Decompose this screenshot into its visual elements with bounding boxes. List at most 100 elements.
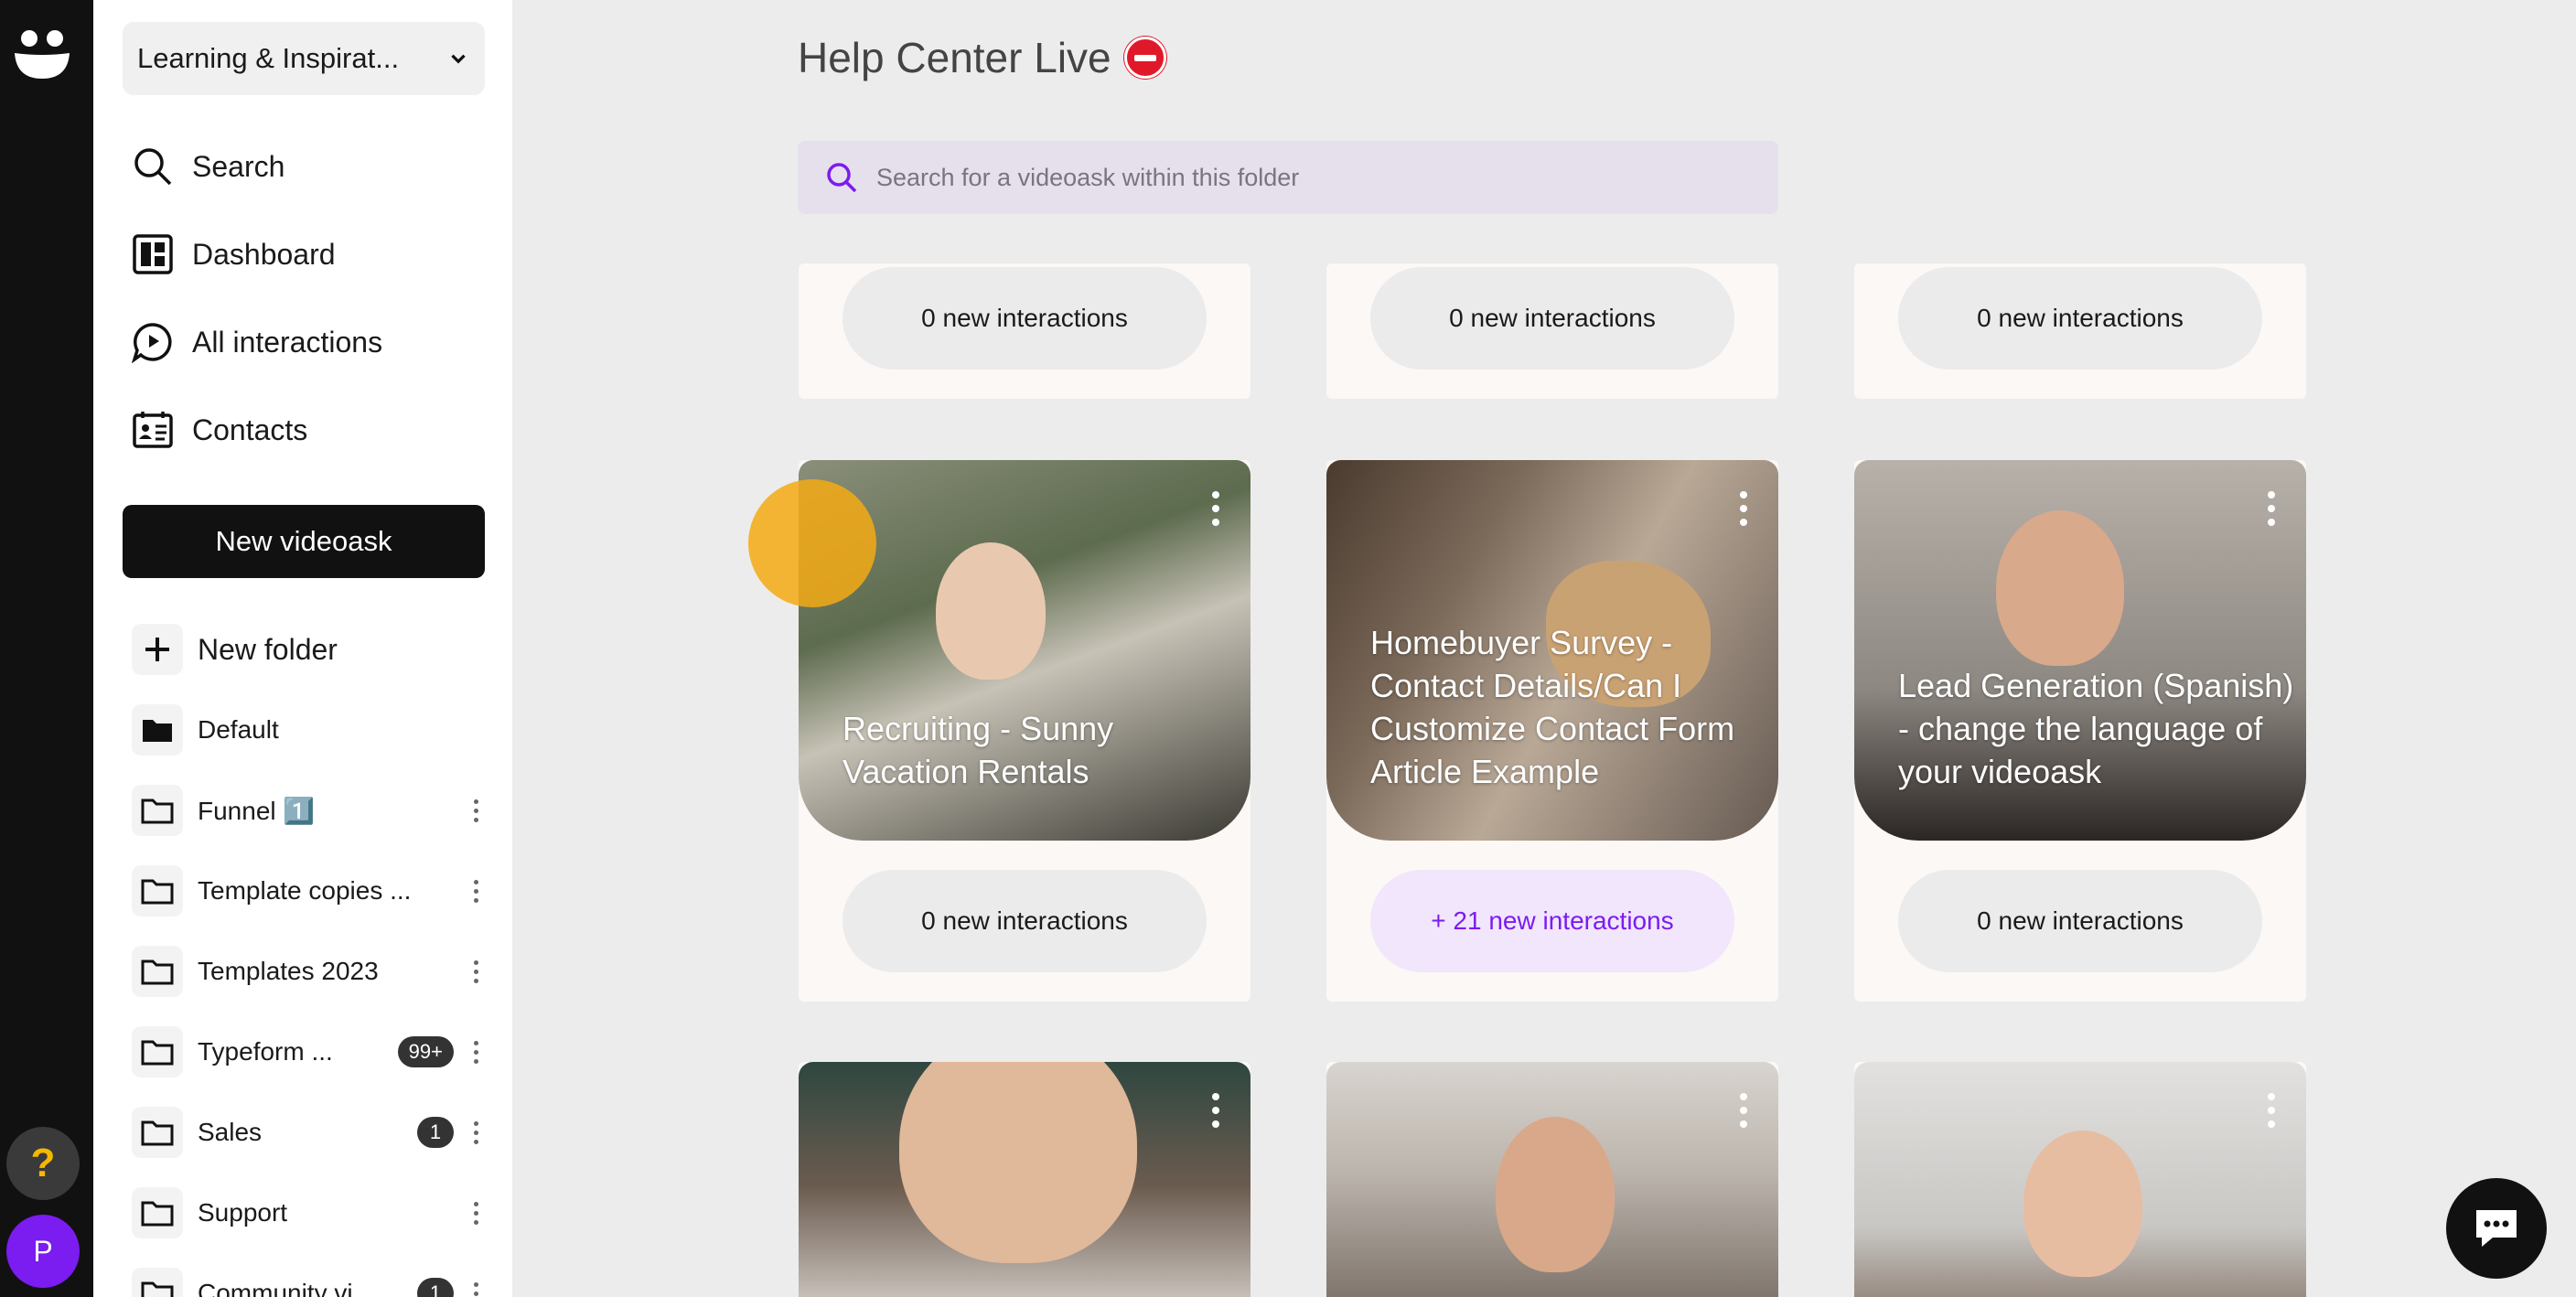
folder-name: Template copies ...	[198, 876, 412, 905]
video-thumbnail[interactable]: Homebuyer Survey - Contact Details/Can I…	[1326, 460, 1778, 841]
videoask-card[interactable]	[1854, 1062, 2306, 1297]
folder-options-icon[interactable]	[467, 873, 485, 909]
folder-search[interactable]	[798, 141, 1778, 214]
folder-item-community[interactable]: Community vi... 1	[132, 1266, 498, 1297]
folder-icon	[132, 865, 183, 916]
videoask-card[interactable]: 0 new interactions	[1326, 263, 1778, 399]
videoask-card[interactable]: 0 new interactions	[1854, 263, 2306, 399]
folder-name: Templates 2023	[198, 957, 379, 985]
new-videoask-button[interactable]: New videoask	[123, 505, 485, 578]
card-options-icon[interactable]	[2268, 491, 2275, 526]
interactions-pill[interactable]: 0 new interactions	[1898, 267, 2262, 370]
interactions-pill[interactable]: 0 new interactions	[843, 267, 1207, 370]
nav-contacts-label: Contacts	[192, 413, 308, 446]
search-icon	[827, 163, 857, 193]
nav-all-interactions[interactable]: All interactions	[132, 315, 382, 370]
pointer-highlight	[748, 479, 876, 607]
folder-name: Typeform ...	[198, 1037, 333, 1066]
no-entry-icon	[1123, 37, 1166, 79]
folder-name: Default	[198, 715, 279, 744]
organization-name: Learning & Inspirat...	[137, 42, 400, 74]
folder-item-support[interactable]: Support	[132, 1185, 498, 1240]
folder-item-sales[interactable]: Sales 1	[132, 1105, 498, 1160]
folder-options-icon[interactable]	[467, 792, 485, 829]
nav-all-interactions-label: All interactions	[192, 325, 383, 359]
videoask-card[interactable]	[799, 1062, 1250, 1297]
card-options-icon[interactable]	[2268, 1093, 2275, 1128]
nav-search[interactable]: Search	[132, 139, 284, 194]
folder-item-templates-2023[interactable]: Templates 2023	[132, 944, 498, 999]
folder-item-default[interactable]: Default	[132, 702, 498, 757]
nav-dashboard[interactable]: Dashboard	[132, 227, 336, 282]
interactions-pill[interactable]: + 21 new interactions	[1370, 870, 1734, 972]
plus-icon	[132, 624, 183, 675]
person-image	[2023, 1131, 2142, 1277]
folder-item-typeform[interactable]: Typeform ... 99+	[132, 1024, 498, 1079]
card-options-icon[interactable]	[1740, 491, 1747, 526]
videoask-card[interactable]	[1326, 1062, 1778, 1297]
folder-count-badge: 1	[417, 1117, 454, 1148]
page-title-text: Help Center Live	[798, 34, 1111, 81]
person-image	[936, 542, 1046, 680]
new-folder-label: New folder	[198, 632, 338, 666]
person-image	[1496, 1117, 1615, 1272]
interactions-pill[interactable]: 0 new interactions	[843, 870, 1207, 972]
video-thumbnail[interactable]: Lead Generation (Spanish) - change the l…	[1854, 460, 2306, 841]
video-thumbnail[interactable]	[799, 1062, 1250, 1297]
nav-contacts[interactable]: Contacts	[132, 402, 307, 457]
contacts-icon	[133, 412, 173, 448]
organization-select[interactable]: Learning & Inspirat...	[123, 22, 485, 95]
chevron-down-icon	[451, 54, 466, 64]
page-title: Help Center Live	[798, 33, 1166, 82]
card-title: Homebuyer Survey - Contact Details/Can I…	[1370, 624, 1735, 790]
folder-count-badge: 99+	[397, 1036, 454, 1067]
videoask-card[interactable]: Homebuyer Survey - Contact Details/Can I…	[1326, 460, 1778, 1002]
search-icon	[134, 148, 172, 186]
card-options-icon[interactable]	[1212, 491, 1219, 526]
folder-options-icon[interactable]	[467, 1034, 485, 1070]
folder-options-icon[interactable]	[467, 1275, 485, 1297]
folder-icon	[132, 1026, 183, 1077]
videoask-card[interactable]: 0 new interactions	[799, 263, 1250, 399]
folder-options-icon[interactable]	[467, 1195, 485, 1231]
interactions-pill[interactable]: 0 new interactions	[1898, 870, 2262, 972]
folder-count-badge: 1	[417, 1278, 454, 1297]
main-content: Help Center Live 0 new interactions 0 ne…	[512, 0, 2576, 1297]
videoask-logo-icon[interactable]	[13, 26, 71, 80]
chat-icon	[2476, 1210, 2517, 1247]
chat-launcher-button[interactable]	[2446, 1178, 2547, 1279]
interactions-pill[interactable]: 0 new interactions	[1370, 267, 1734, 370]
folder-icon	[132, 785, 183, 836]
card-title: Recruiting - Sunny Vacation Rentals	[843, 710, 1114, 790]
folder-name: Support	[198, 1198, 288, 1227]
dashboard-icon	[133, 234, 173, 274]
video-thumbnail[interactable]	[1326, 1062, 1778, 1297]
card-title: Lead Generation (Spanish) - change the l…	[1898, 667, 2294, 790]
folder-item-template-copies[interactable]: Template copies ...	[132, 863, 498, 918]
search-input[interactable]	[876, 163, 1700, 192]
videoask-card[interactable]: Lead Generation (Spanish) - change the l…	[1854, 460, 2306, 1002]
person-image	[899, 1062, 1137, 1263]
card-options-icon[interactable]	[1740, 1093, 1747, 1128]
sidebar: Learning & Inspirat... Search Dashboard …	[93, 0, 512, 1297]
folder-icon	[132, 1268, 183, 1297]
app-rail: ? P	[0, 0, 93, 1297]
folder-name: Sales	[198, 1118, 263, 1146]
folder-icon	[132, 1107, 183, 1158]
folder-filled-icon	[132, 704, 183, 756]
folder-options-icon[interactable]	[467, 953, 485, 990]
folder-name: Funnel 1️⃣	[198, 796, 316, 825]
interactions-icon	[132, 323, 172, 363]
new-folder-button[interactable]: New folder	[132, 622, 498, 677]
user-avatar[interactable]: P	[6, 1215, 80, 1288]
card-options-icon[interactable]	[1212, 1093, 1219, 1128]
person-image	[1996, 510, 2124, 666]
help-button[interactable]: ?	[6, 1127, 80, 1200]
folder-icon	[132, 946, 183, 997]
nav-search-label: Search	[192, 149, 285, 183]
folder-icon	[132, 1187, 183, 1238]
video-thumbnail[interactable]	[1854, 1062, 2306, 1297]
folder-options-icon[interactable]	[467, 1114, 485, 1151]
nav-dashboard-label: Dashboard	[192, 237, 336, 271]
folder-item-funnel[interactable]: Funnel 1️⃣	[132, 783, 498, 838]
